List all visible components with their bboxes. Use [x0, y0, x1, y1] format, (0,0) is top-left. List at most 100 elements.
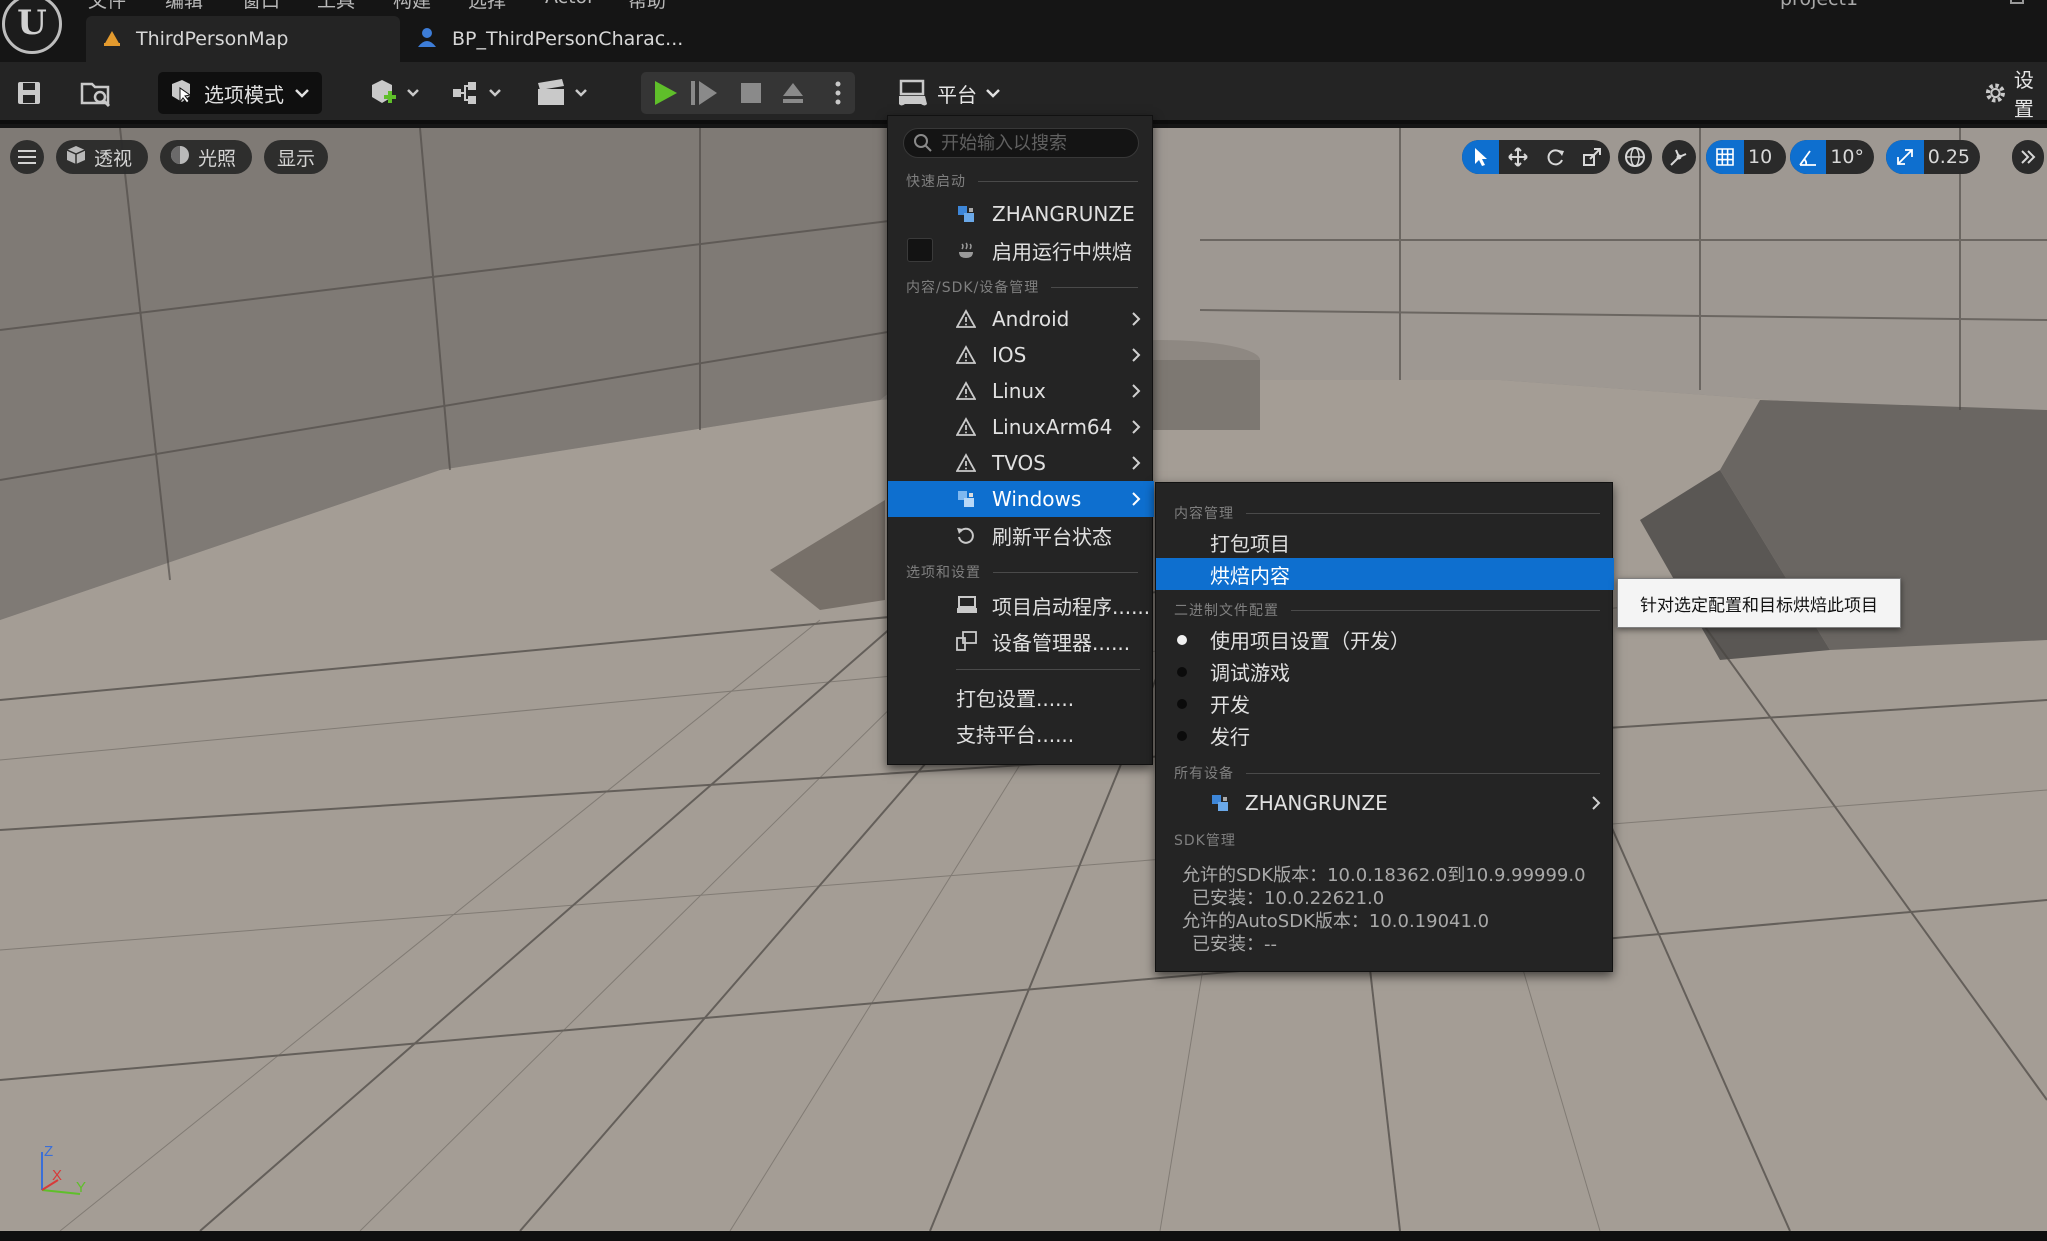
transform-tools: [1462, 140, 1610, 174]
packaging-settings-item[interactable]: 打包设置......: [888, 679, 1154, 715]
menu-select[interactable]: 选择: [468, 0, 506, 13]
grid-snap-control[interactable]: 10: [1706, 140, 1786, 174]
lighting-button[interactable]: 光照: [160, 140, 252, 174]
tab-label: ThirdPersonMap: [136, 28, 289, 50]
rotation-snap-control[interactable]: 10°: [1790, 140, 1874, 174]
chevron-right-icon: [1132, 348, 1141, 362]
section-content-sdk: 内容/SDK/设备管理: [906, 277, 1138, 297]
device-zhangrunze[interactable]: ZHANGRUNZE: [1156, 787, 1614, 819]
cinematics-button[interactable]: [534, 72, 594, 114]
cube-icon: [66, 145, 86, 170]
surface-snapping-button[interactable]: [1662, 140, 1696, 174]
viewport-options-button[interactable]: [10, 140, 44, 174]
unreal-logo-icon[interactable]: U: [2, 0, 62, 54]
platform-label: 平台: [937, 82, 977, 107]
rotation-snap-value[interactable]: 10°: [1826, 146, 1874, 168]
cook-content-item[interactable]: 烘焙内容: [1156, 558, 1614, 590]
scale-tool-button[interactable]: [1573, 140, 1610, 174]
chevron-down-icon: [986, 89, 1000, 98]
platform-linux[interactable]: Linux: [888, 373, 1154, 409]
cook-content-tooltip: 针对选定配置和目标烘焙此项目: [1617, 578, 1901, 628]
scale-snap-toggle[interactable]: [1886, 140, 1924, 174]
device-manager-item[interactable]: 设备管理器......: [888, 623, 1154, 659]
stop-icon: [741, 83, 761, 103]
platform-ios[interactable]: IOS: [888, 337, 1154, 373]
windows-device-icon: [956, 489, 976, 514]
warning-icon: [955, 345, 977, 370]
quick-launch-device[interactable]: ZHANGRUNZE: [888, 196, 1154, 232]
supported-platforms-item[interactable]: 支持平台......: [888, 715, 1154, 751]
perspective-label: 透视: [94, 147, 133, 170]
save-button[interactable]: [12, 72, 46, 114]
chevron-down-icon: [295, 89, 309, 98]
cook-on-the-fly-checkbox[interactable]: [907, 238, 933, 262]
tab-third-person-map[interactable]: ThirdPersonMap: [86, 16, 400, 62]
device-manager-icon: [956, 631, 978, 656]
config-shipping[interactable]: 发行: [1156, 719, 1614, 751]
tab-character-blueprint[interactable]: BP_ThirdPersonCharac...: [400, 16, 720, 62]
select-tool-button[interactable]: [1462, 140, 1499, 174]
search-field[interactable]: [903, 128, 1139, 158]
hamburger-icon: [18, 150, 36, 164]
package-project-item[interactable]: 打包项目: [1156, 526, 1614, 558]
project-launcher-item[interactable]: 项目启动程序......: [888, 587, 1154, 623]
search-input[interactable]: [941, 132, 1131, 154]
save-icon: [18, 82, 40, 104]
chevron-right-icon: [1132, 312, 1141, 326]
play-controls: [641, 72, 855, 114]
section-content-management: 内容管理: [1174, 503, 1600, 523]
menu-file[interactable]: 文件: [88, 0, 126, 13]
blueprints-button[interactable]: [450, 72, 508, 114]
add-actor-button[interactable]: [368, 72, 424, 114]
config-debug-game[interactable]: 调试游戏: [1156, 655, 1614, 687]
radio-unselected[interactable]: [1177, 731, 1187, 741]
autosdk-installed-version: 已安装：--: [1192, 934, 1277, 955]
refresh-platform-status[interactable]: 刷新平台状态: [888, 517, 1154, 553]
title-bar: U 文件 编辑 窗口 工具 构建 选择 Actor 帮助 ThirdPerson…: [0, 0, 2047, 62]
platforms-dropdown[interactable]: 平台: [897, 72, 1005, 114]
perspective-button[interactable]: 透视: [56, 140, 148, 174]
cook-on-the-fly-toggle[interactable]: 启用运行中烘焙: [888, 232, 1154, 268]
translate-tool-button[interactable]: [1499, 140, 1536, 174]
axis-x-label: X: [52, 1167, 62, 1184]
scale-snap-value[interactable]: 0.25: [1924, 146, 1980, 168]
platform-linuxarm64[interactable]: LinuxArm64: [888, 409, 1154, 445]
rotation-snap-toggle[interactable]: [1790, 140, 1827, 174]
rotate-icon: [1547, 149, 1564, 166]
restore-window-icon[interactable]: [2010, 0, 2024, 4]
menu-build[interactable]: 构建: [393, 0, 431, 13]
config-project-settings[interactable]: 使用项目设置（开发）: [1156, 623, 1614, 655]
settings-button[interactable]: 设置: [1983, 68, 2047, 121]
chevron-right-icon: [1132, 492, 1141, 506]
platforms-menu: 快速启动 ZHANGRUNZE 启用运行中烘焙 内容/SDK/设备管理 Andr…: [887, 115, 1154, 765]
character-blueprint-icon: [416, 26, 438, 53]
scale-snap-control[interactable]: 0.25: [1886, 140, 1980, 174]
menu-help[interactable]: 帮助: [628, 0, 666, 13]
menu-tools[interactable]: 工具: [317, 0, 355, 13]
menu-divider: [956, 669, 1140, 670]
platform-android[interactable]: Android: [888, 301, 1154, 337]
content-browser-button[interactable]: [76, 72, 116, 114]
windows-device-icon: [1210, 793, 1230, 818]
config-development[interactable]: 开发: [1156, 687, 1614, 719]
settings-label: 设置: [2013, 68, 2034, 121]
double-chevron-right-icon: [2021, 150, 2036, 164]
radio-unselected[interactable]: [1177, 667, 1187, 677]
show-button[interactable]: 显示: [264, 140, 328, 174]
menu-edit[interactable]: 编辑: [165, 0, 203, 13]
platform-tvos[interactable]: TVOS: [888, 445, 1154, 481]
grid-snap-value[interactable]: 10: [1744, 146, 1782, 168]
grid-snap-toggle[interactable]: [1706, 140, 1744, 174]
selection-mode-dropdown[interactable]: 选项模式: [158, 72, 322, 114]
radio-unselected[interactable]: [1177, 699, 1187, 709]
lit-sphere-icon: [170, 145, 190, 170]
rotate-tool-button[interactable]: [1536, 140, 1573, 174]
radio-selected[interactable]: [1177, 635, 1187, 645]
menu-actor[interactable]: Actor: [545, 0, 595, 8]
menu-window[interactable]: 窗口: [242, 0, 280, 13]
add-actor-icon: [372, 80, 419, 103]
cursor-icon: [1474, 148, 1487, 166]
platform-windows[interactable]: Windows: [888, 481, 1154, 517]
world-local-toggle[interactable]: [1618, 140, 1652, 174]
expand-toolbar-button[interactable]: [2012, 140, 2044, 174]
